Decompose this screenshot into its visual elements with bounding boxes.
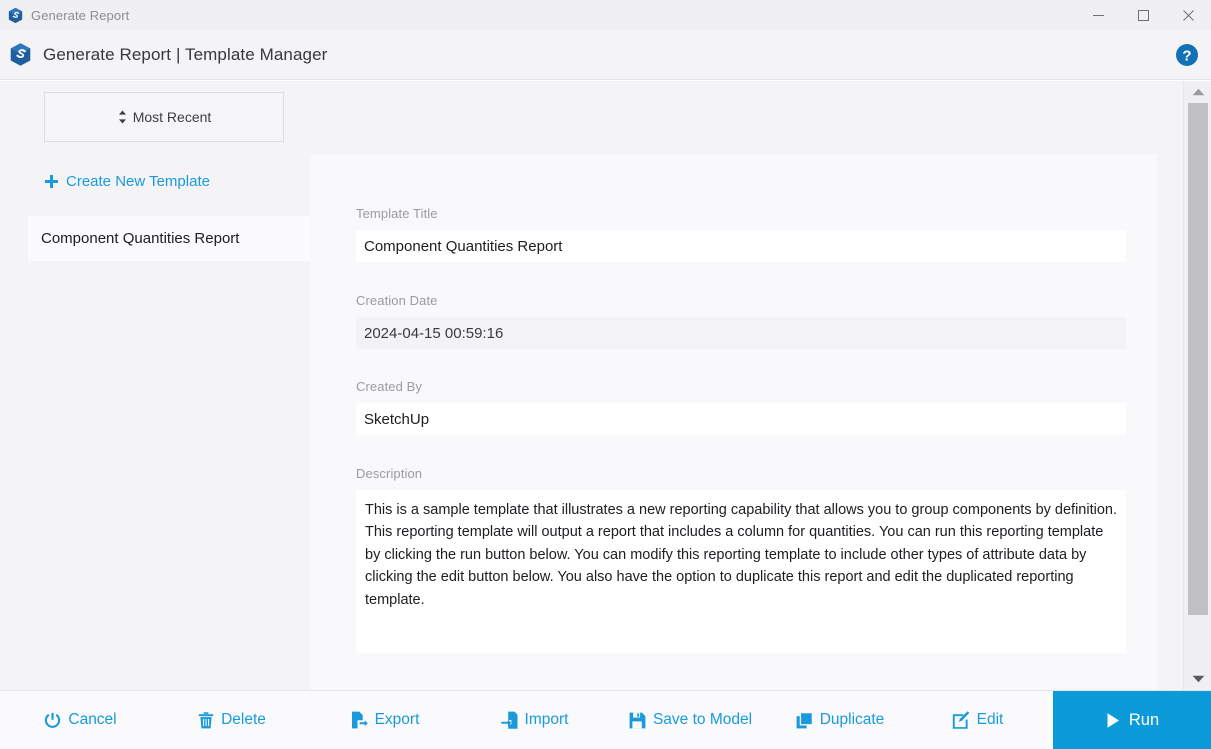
pencil-square-icon [952, 711, 969, 729]
import-button[interactable]: Import [482, 691, 587, 749]
template-title-field-group: Template Title [356, 206, 1126, 262]
sort-dropdown[interactable]: Most Recent [44, 92, 284, 142]
template-title-label: Template Title [356, 206, 438, 221]
template-detail-panel: Template Title Creation Date Created By … [310, 81, 1183, 690]
delete-button[interactable]: Delete [182, 691, 282, 749]
duplicate-button[interactable]: Duplicate [775, 691, 905, 749]
minimize-icon [1093, 14, 1104, 16]
app-header: Generate Report | Template Manager ? [0, 30, 1211, 80]
generate-report-window: Generate Report Generate Report | Templa… [0, 0, 1211, 749]
vertical-scrollbar[interactable] [1183, 81, 1211, 690]
file-import-icon [500, 711, 518, 729]
window-controls [1076, 0, 1211, 30]
description-field-group: Description [356, 466, 1126, 658]
file-export-icon [351, 711, 368, 729]
plus-icon [45, 175, 58, 188]
scrollbar-track[interactable] [1184, 103, 1211, 668]
template-title-input[interactable] [356, 230, 1126, 262]
creation-date-field-group: Creation Date [356, 293, 1126, 349]
power-icon [45, 712, 61, 728]
play-icon [1107, 712, 1119, 728]
duplicate-label: Duplicate [819, 711, 885, 728]
creation-date-label: Creation Date [356, 293, 438, 308]
help-circle-icon[interactable]: ? [1175, 43, 1199, 67]
sketchup-logo-icon [8, 7, 23, 23]
creation-date-input [356, 317, 1126, 349]
maximize-icon [1138, 9, 1149, 21]
created-by-field-group: Created By [356, 379, 1126, 435]
svg-text:?: ? [1182, 47, 1191, 64]
close-icon [1183, 9, 1194, 21]
os-title-bar: Generate Report [0, 0, 1211, 30]
description-label: Description [356, 466, 423, 481]
export-button[interactable]: Export [330, 691, 440, 749]
delete-label: Delete [221, 711, 266, 728]
create-new-template-button[interactable]: Create New Template [44, 173, 210, 190]
edit-button[interactable]: Edit [930, 691, 1025, 749]
bottom-toolbar: Cancel Delete Export Import Save to Mode… [0, 690, 1211, 749]
page-title: Generate Report | Template Manager [43, 44, 328, 64]
window-title: Generate Report [31, 7, 130, 23]
template-list: Component Quantities Report [28, 216, 310, 261]
created-by-label: Created By [356, 379, 423, 394]
scrollbar-thumb[interactable] [1188, 103, 1208, 615]
triangle-up-icon [1192, 88, 1204, 96]
template-name: Component Quantities Report [41, 230, 240, 247]
export-label: Export [374, 711, 420, 728]
copy-icon [796, 711, 813, 728]
import-label: Import [524, 711, 569, 728]
description-textarea[interactable] [356, 490, 1126, 653]
sort-dropdown-label: Most Recent [132, 109, 212, 125]
run-button[interactable]: Run [1053, 691, 1211, 749]
triangle-down-icon [1192, 675, 1204, 683]
minimize-button[interactable] [1076, 0, 1121, 30]
edit-label: Edit [976, 711, 1004, 728]
maximize-button[interactable] [1121, 0, 1166, 30]
close-button[interactable] [1166, 0, 1211, 30]
floppy-disk-icon [629, 712, 646, 728]
template-sidebar: Most Recent Create New Template Componen… [0, 81, 310, 690]
detail-card: Template Title Creation Date Created By … [310, 154, 1157, 690]
body-region: Most Recent Create New Template Componen… [0, 81, 1183, 690]
created-by-input[interactable] [356, 403, 1126, 435]
save-to-model-button[interactable]: Save to Model [608, 691, 773, 749]
cancel-label: Cancel [68, 711, 117, 728]
cancel-button[interactable]: Cancel [28, 691, 133, 749]
sketchup-logo-icon [10, 43, 31, 66]
run-label: Run [1128, 710, 1160, 729]
list-item[interactable]: Component Quantities Report [28, 216, 310, 261]
sort-updown-icon [118, 110, 126, 124]
trash-icon [198, 711, 214, 728]
save-to-model-label: Save to Model [652, 711, 753, 728]
scroll-down-button[interactable] [1184, 668, 1211, 690]
scroll-up-button[interactable] [1184, 81, 1211, 103]
create-new-template-label: Create New Template [66, 173, 210, 190]
